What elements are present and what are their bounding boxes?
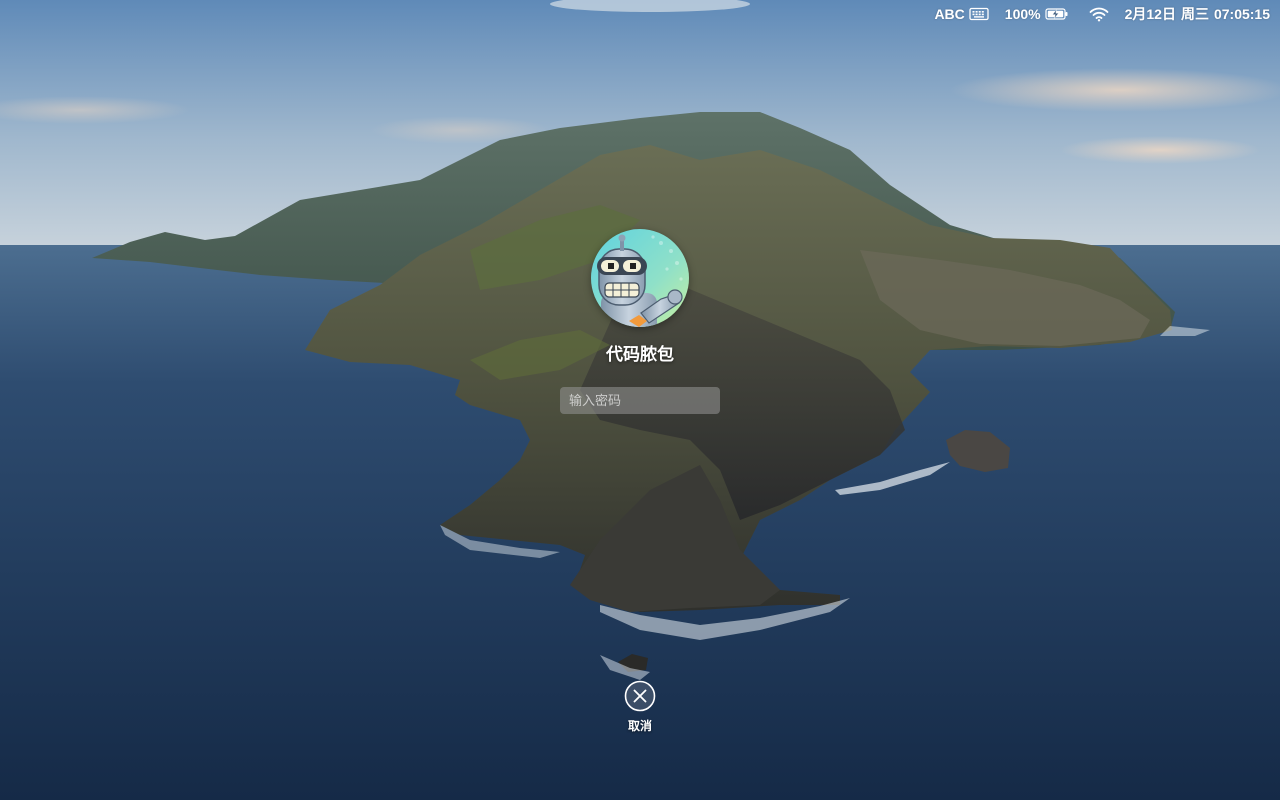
wifi-icon xyxy=(1089,7,1108,22)
clock-date: 2月12日 xyxy=(1124,6,1176,22)
robot-avatar-icon xyxy=(591,229,689,327)
keyboard-icon xyxy=(969,7,989,21)
close-circle-icon xyxy=(624,680,656,712)
battery-status[interactable]: 100% xyxy=(1005,6,1069,22)
battery-percent: 100% xyxy=(1004,6,1041,22)
battery-charging-icon xyxy=(1044,8,1068,20)
lock-screen: ABC 100% 2月12日 周三 07:05:15 代码脓包 取消 xyxy=(0,0,1280,800)
menubar-clock[interactable]: 2月12日 周三 07:05:15 xyxy=(1125,4,1270,24)
cancel-button[interactable]: 取消 xyxy=(610,680,670,738)
clock-weekday: 周三 xyxy=(1180,6,1209,22)
user-avatar[interactable] xyxy=(591,229,689,327)
user-name: 代码脓包 xyxy=(606,345,674,364)
menu-bar: ABC 100% 2月12日 周三 07:05:15 xyxy=(0,0,1280,28)
clock-time: 07:05:15 xyxy=(1213,6,1270,22)
cancel-label: 取消 xyxy=(627,719,652,733)
wifi-status[interactable] xyxy=(1085,6,1109,22)
password-field[interactable] xyxy=(560,387,720,414)
input-source-label: ABC xyxy=(934,6,965,22)
input-source-menu[interactable]: ABC xyxy=(934,6,989,22)
